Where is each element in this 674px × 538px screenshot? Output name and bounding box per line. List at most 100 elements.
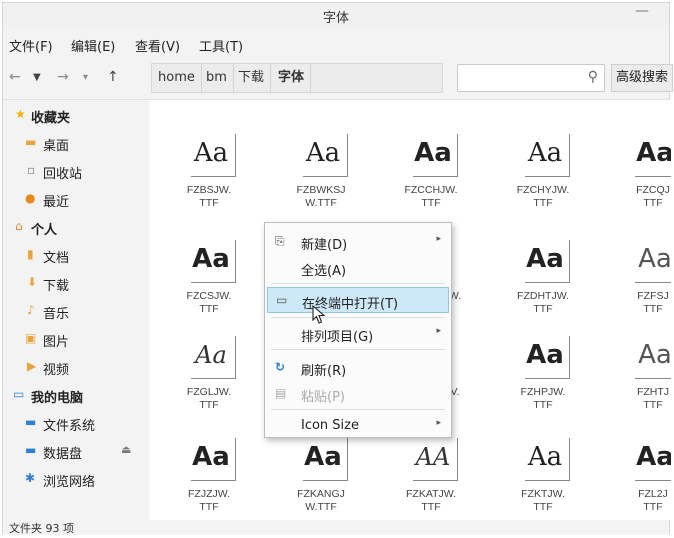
file-item[interactable]: Aa FZKANGJ W.TTF bbox=[271, 438, 371, 520]
file-name: FZGLJW. TTF bbox=[186, 386, 232, 411]
font-file-icon: Aa bbox=[303, 134, 348, 177]
menu-separator bbox=[271, 409, 445, 410]
computer-icon: ▭ bbox=[13, 387, 25, 401]
file-item[interactable]: Aa FZCHYJW. TTF bbox=[493, 134, 593, 234]
breadcrumb-bm[interactable]: bm bbox=[200, 64, 234, 92]
menu-item-open-terminal[interactable]: ▭ 在终端中打开(T) bbox=[267, 287, 449, 313]
back-history-dropdown-icon[interactable]: ▼ bbox=[33, 72, 41, 83]
file-item[interactable]: Aa FZL2J TTF bbox=[603, 438, 671, 520]
status-bar: 文件夹 93 项 bbox=[3, 520, 669, 535]
font-file-icon: Aa bbox=[191, 336, 236, 379]
font-file-icon: Aa bbox=[635, 134, 671, 177]
forward-arrow-icon[interactable]: → bbox=[57, 69, 69, 85]
font-file-icon: Aa bbox=[525, 240, 570, 283]
breadcrumb: home bm 下载 字体 bbox=[151, 63, 443, 93]
file-name: FZKTJW. TTF bbox=[521, 488, 565, 513]
font-file-icon: Aa bbox=[413, 134, 458, 177]
minimize-button[interactable]: — bbox=[635, 3, 649, 19]
file-item[interactable]: Aa FZHTJ TTF bbox=[603, 336, 671, 436]
file-name: FZCSJW. TTF bbox=[186, 290, 232, 315]
breadcrumb-home[interactable]: home bbox=[152, 64, 202, 92]
forward-history-dropdown-icon[interactable]: ▾ bbox=[83, 72, 88, 83]
sidebar-header-favorites[interactable]: ★ 收藏夹 bbox=[3, 104, 149, 128]
menu-item-select-all[interactable]: 全选(A) bbox=[265, 255, 451, 281]
font-file-icon: Aa bbox=[525, 134, 570, 177]
sidebar-header-personal[interactable]: ⌂ 个人 bbox=[3, 216, 149, 240]
file-item[interactable]: Aa FZFSJ TTF bbox=[603, 240, 671, 340]
sidebar-item-data-disk[interactable]: ▬ 数据盘 ⏏ bbox=[3, 440, 149, 464]
font-file-icon: Aa bbox=[303, 438, 348, 481]
network-icon: ✱ bbox=[25, 471, 36, 485]
file-name: FZBSJW. TTF bbox=[186, 184, 232, 209]
terminal-icon: ▭ bbox=[276, 293, 288, 307]
trash-icon: ▫ bbox=[27, 163, 36, 177]
file-name: FZKATJW. TTF bbox=[406, 488, 456, 513]
menu-item-icon-size[interactable]: Icon Size ▸ bbox=[265, 413, 451, 439]
file-item[interactable]: Aa FZBSJW. TTF bbox=[159, 134, 259, 234]
sidebar-item-videos[interactable]: ▶ 视频 bbox=[3, 356, 149, 380]
sidebar-item-recent[interactable]: ● 最近 bbox=[3, 188, 149, 212]
font-file-icon: Aa bbox=[635, 336, 671, 379]
title-bar: 字体 — bbox=[3, 3, 669, 30]
paste-icon: ▤ bbox=[275, 386, 287, 400]
file-item[interactable]: Aa FZGLJW. TTF bbox=[159, 336, 259, 436]
up-arrow-icon[interactable]: ↑ bbox=[107, 69, 119, 85]
file-item[interactable]: Aa FZCSJW. TTF bbox=[159, 240, 259, 340]
window-title: 字体 bbox=[322, 11, 349, 26]
file-name: FZHPJW. TTF bbox=[520, 386, 566, 411]
file-name: FZHTJ TTF bbox=[636, 386, 670, 411]
refresh-icon: ↻ bbox=[275, 360, 286, 374]
file-item[interactable]: Aa FZCCHJW. TTF bbox=[381, 134, 481, 234]
search-input[interactable]: ⚲ bbox=[457, 64, 605, 92]
file-name: FZCCHJW. TTF bbox=[404, 184, 458, 209]
sidebar-item-network[interactable]: ✱ 浏览网络 bbox=[3, 468, 149, 492]
menu-separator bbox=[271, 283, 445, 284]
sidebar-item-documents[interactable]: ▮ 文档 bbox=[3, 244, 149, 268]
sidebar-item-pictures[interactable]: ▣ 图片 bbox=[3, 328, 149, 352]
menu-item-refresh[interactable]: ↻ 刷新(R) bbox=[265, 355, 451, 381]
font-file-icon: AA bbox=[413, 438, 458, 481]
star-icon: ★ bbox=[15, 107, 26, 121]
file-item[interactable]: Aa FZBWKSJ W.TTF bbox=[271, 134, 371, 234]
file-item[interactable]: Aa FZKTJW. TTF bbox=[493, 438, 593, 520]
menu-tools[interactable]: 工具(T) bbox=[199, 36, 243, 55]
file-item[interactable]: Aa FZHPJW. TTF bbox=[493, 336, 593, 436]
menu-edit[interactable]: 编辑(E) bbox=[71, 36, 115, 55]
menu-file[interactable]: 文件(F) bbox=[9, 36, 53, 55]
font-file-icon: Aa bbox=[191, 438, 236, 481]
breadcrumb-downloads[interactable]: 下载 bbox=[232, 64, 272, 92]
search-icon[interactable]: ⚲ bbox=[588, 69, 598, 85]
file-item[interactable]: Aa FZDHTJW. TTF bbox=[493, 240, 593, 340]
menu-item-paste[interactable]: ▤ 粘贴(P) bbox=[265, 381, 451, 407]
font-file-icon: Aa bbox=[525, 336, 570, 379]
file-name: FZL2J TTF bbox=[638, 488, 668, 513]
menu-separator bbox=[271, 349, 445, 350]
file-item[interactable]: Aa FZJZJW. TTF bbox=[159, 438, 259, 520]
home-icon: ⌂ bbox=[15, 219, 23, 233]
menu-view[interactable]: 查看(V) bbox=[135, 36, 180, 55]
sidebar-item-filesystem[interactable]: ▬ 文件系统 bbox=[3, 412, 149, 436]
back-arrow-icon[interactable]: ← bbox=[9, 69, 21, 85]
recent-clock-icon: ● bbox=[25, 191, 36, 205]
menu-item-sort[interactable]: 排列项目(G) ▸ bbox=[265, 321, 451, 347]
submenu-arrow-icon: ▸ bbox=[436, 234, 441, 244]
file-item[interactable]: Aa FZCQJ TTF bbox=[603, 134, 671, 234]
sidebar-item-downloads[interactable]: ⬇ 下载 bbox=[3, 272, 149, 296]
sidebar-item-trash[interactable]: ▫ 回收站 bbox=[3, 160, 149, 184]
font-file-icon: Aa bbox=[191, 240, 236, 283]
font-file-icon: Aa bbox=[635, 438, 671, 481]
file-name: FZCQJ TTF bbox=[636, 184, 670, 209]
sidebar-item-desktop[interactable]: ▬ 桌面 bbox=[3, 132, 149, 156]
file-name: FZFSJ TTF bbox=[637, 290, 669, 315]
mouse-cursor-icon bbox=[312, 305, 326, 324]
advanced-search-button[interactable]: 高级搜索 bbox=[611, 64, 673, 92]
eject-icon[interactable]: ⏏ bbox=[121, 443, 131, 456]
sidebar-header-computer[interactable]: ▭ 我的电脑 bbox=[3, 384, 149, 408]
submenu-arrow-icon: ▸ bbox=[436, 326, 441, 336]
context-menu: ⎘ 新建(D) ▸ 全选(A) ▭ 在终端中打开(T) 排列项目(G) ▸ ↻ … bbox=[264, 222, 452, 438]
menu-item-new[interactable]: ⎘ 新建(D) ▸ bbox=[265, 229, 451, 255]
file-item[interactable]: AA FZKATJW. TTF bbox=[381, 438, 481, 520]
sidebar-item-music[interactable]: ♪ 音乐 bbox=[3, 300, 149, 324]
breadcrumb-fonts[interactable]: 字体 bbox=[272, 64, 312, 92]
font-file-icon: Aa bbox=[635, 240, 671, 283]
